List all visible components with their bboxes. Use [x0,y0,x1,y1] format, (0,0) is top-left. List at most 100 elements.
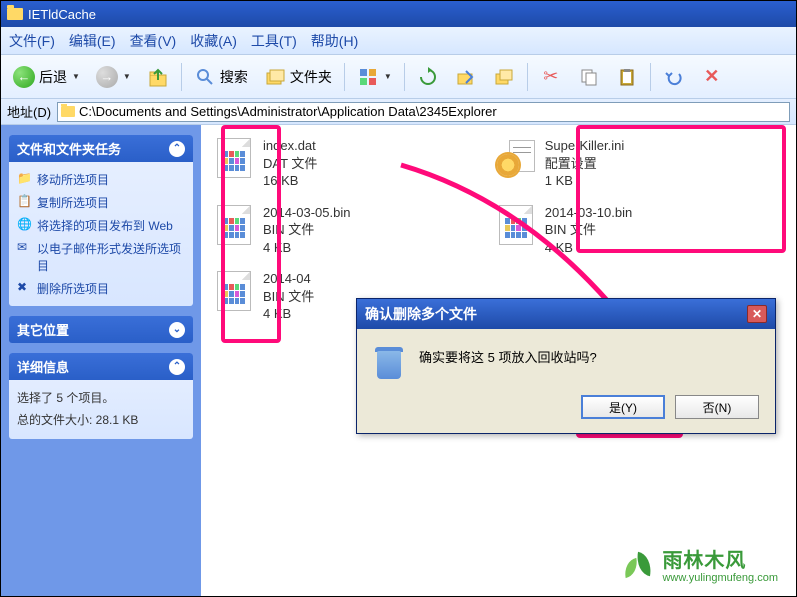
file-name: 2014-04 [263,270,314,288]
dialog-message: 确实要将这 5 项放入回收站吗? [419,347,597,366]
task-icon: 📁 [17,171,31,185]
settings-file-icon [495,137,537,179]
search-button[interactable]: 搜索 [188,63,254,91]
details-size: 总的文件大小: 28.1 KB [17,410,185,432]
delete-button[interactable]: ✕ [695,63,729,91]
menu-file[interactable]: 文件(F) [9,31,55,51]
file-type: BIN 文件 [263,288,314,306]
no-button[interactable]: 否(N) [675,395,759,419]
clipboard-icon [616,66,638,88]
file-size: 16 KB [263,172,317,190]
recycle-bin-icon [373,347,405,379]
sidebar: 文件和文件夹任务 ⌃ 📁 移动所选项目 📋复制所选项目 🌐 将选择的项目发布到 Web ✉… [1,125,201,596]
views-icon [357,66,379,88]
logo-icon [622,551,654,583]
move-to-button[interactable] [449,63,483,91]
task-item[interactable]: ✉ 以电子邮件形式发送所选项目 [17,237,185,277]
folders-button[interactable]: 文件夹 [258,63,338,91]
up-button[interactable] [141,63,175,91]
data-file-icon [213,204,255,246]
task-item[interactable]: 📋复制所选项目 [17,191,185,214]
yes-button[interactable]: 是(Y) [581,395,665,419]
back-button[interactable]: ← 后退 ▼ [7,63,86,91]
file-type: DAT 文件 [263,155,317,173]
menu-bar: 文件(F) 编辑(E) 查看(V) 收藏(A) 工具(T) 帮助(H) [1,27,796,55]
menu-tools[interactable]: 工具(T) [251,31,297,51]
data-file-icon [495,204,537,246]
panel-title: 文件和文件夹任务 [17,139,121,158]
chevron-down-icon: ▼ [123,72,131,81]
watermark: 雨林木风 www.yulingmufeng.com [622,550,778,584]
file-size: 4 KB [263,305,314,323]
cut-button[interactable]: ✂ [534,63,568,91]
panel-title: 详细信息 [17,357,69,376]
forward-button[interactable]: → ▼ [90,63,137,91]
file-name: index.dat [263,137,317,155]
menu-view[interactable]: 查看(V) [130,31,177,51]
menu-edit[interactable]: 编辑(E) [69,31,116,51]
tasks-panel: 文件和文件夹任务 ⌃ 📁 移动所选项目 📋复制所选项目 🌐 将选择的项目发布到 Web ✉… [9,135,193,306]
sync-button[interactable] [411,63,445,91]
scissors-icon: ✂ [540,66,562,88]
folder-icon [7,8,23,20]
task-item[interactable]: 🌐 将选择的项目发布到 Web [17,214,185,237]
other-places-panel: 其它位置 ⌄ [9,316,193,343]
collapse-icon[interactable]: ⌃ [169,359,185,375]
copy-to-button[interactable] [487,63,521,91]
file-type: 配置设置 [545,155,625,173]
watermark-name: 雨林木风 [662,550,778,572]
expand-icon[interactable]: ⌄ [169,322,185,338]
file-item[interactable]: 2014-03-10.bin BIN 文件 4 KB [489,198,767,263]
chevron-down-icon: ▼ [72,72,80,81]
address-input[interactable]: C:\Documents and Settings\Administrator\… [57,102,790,122]
file-type: BIN 文件 [263,221,350,239]
views-button[interactable]: ▼ [351,63,398,91]
file-type: BIN 文件 [545,221,632,239]
back-arrow-icon: ← [13,66,35,88]
collapse-icon[interactable]: ⌃ [169,141,185,157]
folder-up-icon [147,66,169,88]
task-label: 以电子邮件形式发送所选项目 [37,240,185,274]
watermark-url: www.yulingmufeng.com [662,572,778,584]
task-item[interactable]: ✖ 删除所选项目 [17,277,185,300]
details-panel: 详细信息 ⌃ 选择了 5 个项目。 总的文件大小: 28.1 KB [9,353,193,439]
undo-button[interactable] [657,63,691,91]
task-label: 将选择的项目发布到 Web [37,217,173,234]
task-icon: 📋 [17,194,31,208]
address-path: C:\Documents and Settings\Administrator\… [79,104,497,119]
search-icon [194,66,216,88]
toolbar: ← 后退 ▼ → ▼ 搜索 文件夹 ▼ ✂ ✕ [1,55,796,99]
data-file-icon [213,270,255,312]
window-title: IETldCache [28,7,96,22]
menu-favorites[interactable]: 收藏(A) [190,31,237,51]
task-item[interactable]: 📁 移动所选项目 [17,168,185,191]
file-item[interactable]: 2014-03-05.bin BIN 文件 4 KB [207,198,485,263]
task-icon: ✖ [17,280,31,294]
task-icon: 🌐 [17,217,31,231]
folder-copy-icon [493,66,515,88]
file-size: 4 KB [545,239,632,257]
file-item[interactable]: index.dat DAT 文件 16 KB [207,131,485,196]
task-label: 移动所选项目 [37,171,109,188]
menu-help[interactable]: 帮助(H) [311,31,358,51]
close-icon: ✕ [701,66,723,88]
close-button[interactable]: ✕ [747,305,767,323]
window-titlebar: IETldCache [1,1,796,27]
address-label: 地址(D) [7,102,51,121]
paste-button[interactable] [610,63,644,91]
task-icon: ✉ [17,240,31,254]
forward-arrow-icon: → [96,66,118,88]
panel-title: 其它位置 [17,320,69,339]
task-label: 删除所选项目 [37,280,109,297]
copy-button[interactable] [572,63,606,91]
folder-move-icon [455,66,477,88]
sync-icon [417,66,439,88]
details-selection: 选择了 5 个项目。 [17,388,185,410]
file-list-pane: index.dat DAT 文件 16 KB 2014-03-05.bin BI… [201,125,796,596]
file-item[interactable]: SuperKiller.ini 配置设置 1 KB [489,131,767,196]
file-size: 1 KB [545,172,625,190]
file-name: 2014-03-10.bin [545,204,632,222]
undo-icon [663,66,685,88]
dialog-title: 确认删除多个文件 [365,304,477,324]
data-file-icon [213,137,255,179]
